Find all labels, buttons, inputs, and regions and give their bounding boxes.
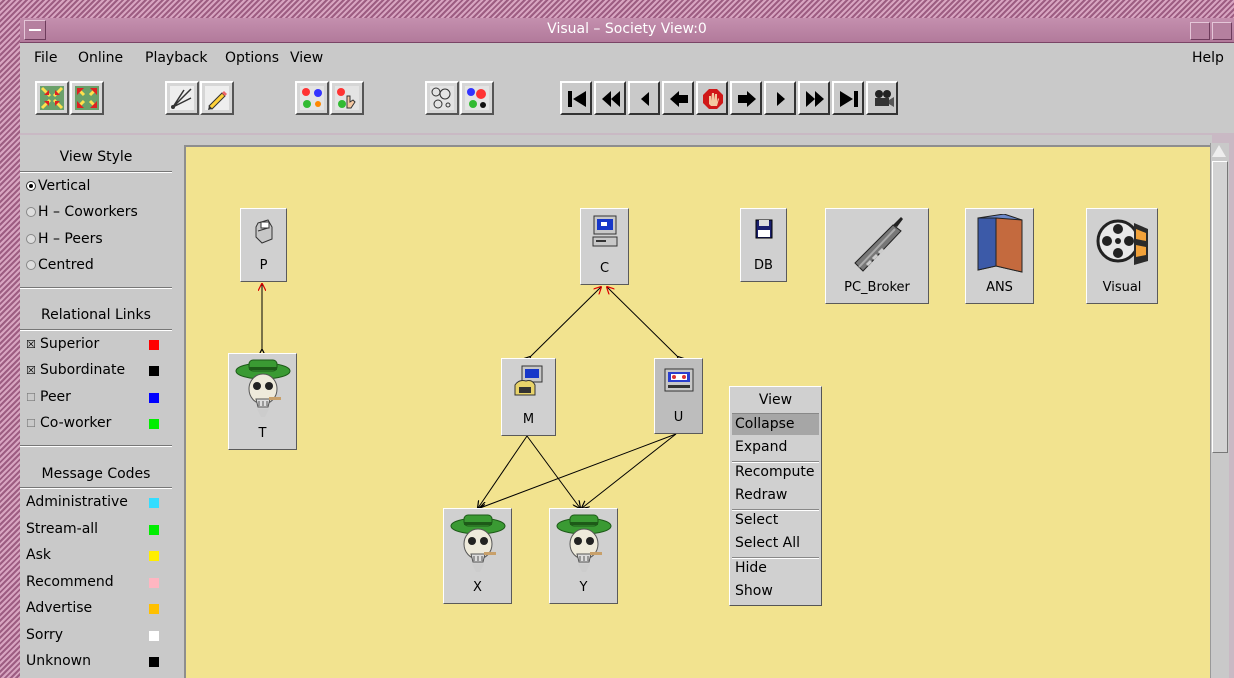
- mobile-phone-agent-icon: [854, 217, 903, 272]
- agent-node-y[interactable]: Y: [549, 508, 618, 604]
- video-player-agent-icon: [664, 368, 693, 392]
- floppy-disk-agent-icon: [755, 219, 772, 239]
- view-context-menu: View Collapse Expand Recompute Redraw Se…: [729, 386, 822, 606]
- agent-node-ans[interactable]: ANS: [965, 208, 1034, 304]
- book-agent-icon: [977, 214, 1022, 273]
- menu-item-hide[interactable]: Hide: [735, 560, 767, 576]
- menu-item-show[interactable]: Show: [735, 583, 773, 599]
- link-u-x: [480, 433, 677, 508]
- link-m-y: [526, 435, 580, 508]
- application-window: Visual – Society View:0 File Online Play…: [0, 0, 1234, 678]
- scroll-up-arrow-icon[interactable]: [1212, 145, 1226, 157]
- agent-node-visual[interactable]: Visual: [1086, 208, 1158, 304]
- skull-hat-agent-icon: [235, 359, 290, 417]
- agent-node-c[interactable]: C: [580, 208, 629, 285]
- link-u-y: [582, 433, 677, 508]
- film-reel-agent-icon: [1096, 219, 1148, 265]
- link-m-c: [530, 287, 601, 357]
- menu-item-redraw[interactable]: Redraw: [735, 487, 787, 503]
- menu-item-collapse[interactable]: Collapse: [735, 416, 795, 432]
- printer-agent-icon: [255, 219, 272, 244]
- skull-hat-agent-icon: [450, 514, 505, 572]
- scroll-thumb[interactable]: [1212, 161, 1228, 453]
- agent-node-x[interactable]: X: [443, 508, 512, 604]
- agent-node-u[interactable]: U: [654, 358, 703, 434]
- menu-item-select-all[interactable]: Select All: [735, 535, 800, 551]
- vertical-scrollbar[interactable]: [1210, 143, 1229, 678]
- menu-item-select[interactable]: Select: [735, 512, 778, 528]
- menu-item-recompute[interactable]: Recompute: [735, 464, 814, 480]
- agent-node-pc-broker[interactable]: PC_Broker: [825, 208, 929, 304]
- link-u-c: [607, 287, 678, 357]
- divider: [732, 557, 819, 559]
- menu-item-expand[interactable]: Expand: [735, 439, 787, 455]
- divider: [732, 461, 819, 463]
- divider: [732, 509, 819, 511]
- skull-hat-agent-icon: [556, 514, 611, 572]
- link-m-x: [478, 435, 528, 508]
- computer-agent-icon: [592, 215, 617, 247]
- agent-node-m[interactable]: M: [501, 358, 556, 436]
- context-menu-title: View: [758, 392, 793, 408]
- phone-computer-agent-icon: [514, 365, 542, 396]
- agent-node-db[interactable]: DB: [740, 208, 787, 282]
- agent-node-t[interactable]: T: [228, 353, 297, 450]
- agent-node-p[interactable]: P: [240, 208, 287, 282]
